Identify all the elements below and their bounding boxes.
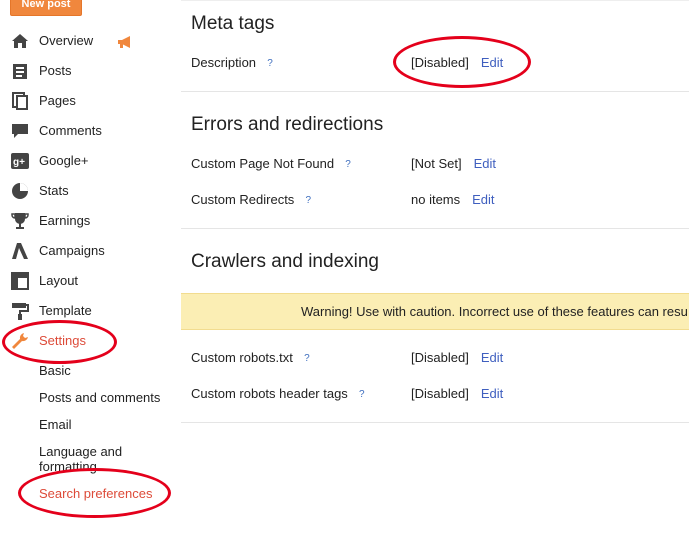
help-icon[interactable]: ? bbox=[342, 159, 354, 171]
row-value-text: [Disabled] bbox=[411, 350, 469, 365]
section-title-errors: Errors and redirections bbox=[191, 114, 384, 135]
sidebar-item-label: Settings bbox=[39, 333, 86, 348]
section-title-meta-tags: Meta tags bbox=[191, 13, 275, 34]
description-label: Description? bbox=[191, 55, 276, 70]
custom-robots-txt-value: [Disabled] Edit bbox=[411, 350, 503, 365]
divider bbox=[181, 228, 689, 229]
sidebar-item-template[interactable]: Template bbox=[0, 298, 170, 324]
row-label-text: Custom robots.txt bbox=[191, 350, 293, 365]
divider bbox=[181, 91, 689, 92]
sidebar-item-google-plus[interactable]: g+ Google+ bbox=[0, 148, 170, 174]
svg-text:g+: g+ bbox=[13, 157, 25, 168]
custom-redirects-label: Custom Redirects? bbox=[191, 192, 314, 207]
edit-link[interactable]: Edit bbox=[472, 192, 494, 207]
sidebar-item-label: Template bbox=[39, 303, 92, 318]
sidebar-item-settings[interactable]: Settings bbox=[0, 328, 170, 354]
layout-icon bbox=[11, 272, 29, 290]
sidebar-item-label: Stats bbox=[39, 183, 69, 198]
settings-sub-posts-and-comments[interactable]: Posts and comments bbox=[39, 390, 160, 405]
row-value-text: [Disabled] bbox=[411, 386, 469, 401]
row-label-text: Description bbox=[191, 55, 257, 70]
sidebar-item-campaigns[interactable]: Campaigns bbox=[0, 238, 170, 264]
edit-link[interactable]: Edit bbox=[474, 156, 496, 171]
edit-link[interactable]: Edit bbox=[481, 386, 503, 401]
pages-icon bbox=[12, 92, 28, 110]
row-value-text: no items bbox=[411, 192, 461, 207]
warning-banner: Warning! Use with caution. Incorrect use… bbox=[181, 293, 689, 330]
sidebar-item-posts[interactable]: Posts bbox=[0, 58, 170, 84]
new-post-button[interactable]: New post bbox=[10, 0, 82, 16]
sidebar-item-comments[interactable]: Comments bbox=[0, 118, 170, 144]
home-icon bbox=[12, 34, 28, 48]
sidebar-item-label: Earnings bbox=[39, 213, 91, 228]
custom-page-not-found-value: [Not Set] Edit bbox=[411, 156, 496, 171]
sidebar-item-label: Posts bbox=[39, 63, 72, 78]
settings-sub-email[interactable]: Email bbox=[39, 417, 72, 432]
row-value-text: [Disabled] bbox=[411, 55, 469, 70]
sidebar-item-label: Google+ bbox=[39, 153, 89, 168]
section-title-crawlers: Crawlers and indexing bbox=[191, 251, 379, 272]
adwords-icon bbox=[12, 243, 28, 259]
custom-redirects-value: no items Edit bbox=[411, 192, 495, 207]
custom-robots-txt-label: Custom robots.txt? bbox=[191, 350, 313, 365]
settings-sub-search-preferences[interactable]: Search preferences bbox=[39, 486, 152, 501]
stats-icon bbox=[12, 183, 28, 199]
help-icon[interactable]: ? bbox=[356, 389, 368, 401]
edit-link[interactable]: Edit bbox=[481, 55, 503, 70]
edit-link[interactable]: Edit bbox=[481, 350, 503, 365]
posts-icon bbox=[13, 64, 27, 79]
sidebar-item-label: Layout bbox=[39, 273, 79, 288]
custom-robots-header-tags-label: Custom robots header tags? bbox=[191, 386, 368, 401]
row-label-text: Custom robots header tags bbox=[191, 386, 348, 401]
custom-page-not-found-label: Custom Page Not Found? bbox=[191, 156, 354, 171]
sidebar-item-pages[interactable]: Pages bbox=[0, 88, 170, 114]
row-label-text: Custom Page Not Found bbox=[191, 156, 335, 171]
settings-sub-basic[interactable]: Basic bbox=[39, 363, 71, 378]
top-border bbox=[181, 0, 689, 1]
sidebar-item-label: Pages bbox=[39, 93, 76, 108]
trophy-icon bbox=[11, 213, 29, 229]
row-label-text: Custom Redirects bbox=[191, 192, 295, 207]
divider bbox=[181, 422, 689, 423]
help-icon[interactable]: ? bbox=[301, 353, 313, 365]
comment-icon bbox=[12, 124, 28, 138]
row-value-text: [Not Set] bbox=[411, 156, 462, 171]
sidebar-item-stats[interactable]: Stats bbox=[0, 178, 170, 204]
sidebar-item-label: Comments bbox=[39, 123, 102, 138]
sidebar-item-layout[interactable]: Layout bbox=[0, 268, 170, 294]
paint-roller-icon bbox=[12, 303, 29, 320]
custom-robots-header-tags-value: [Disabled] Edit bbox=[411, 386, 503, 401]
help-icon[interactable]: ? bbox=[302, 195, 314, 207]
help-icon[interactable]: ? bbox=[264, 58, 276, 70]
megaphone-icon bbox=[118, 36, 130, 48]
sidebar-item-label: Campaigns bbox=[39, 243, 105, 258]
sidebar-item-overview[interactable]: Overview bbox=[0, 28, 170, 54]
description-value: [Disabled] Edit bbox=[411, 55, 503, 70]
settings-sub-language[interactable]: Language and formatting bbox=[39, 444, 139, 474]
google-plus-icon: g+ bbox=[11, 153, 29, 169]
sidebar-item-earnings[interactable]: Earnings bbox=[0, 208, 170, 234]
wrench-icon bbox=[12, 333, 28, 349]
sidebar-item-label: Overview bbox=[39, 33, 94, 48]
